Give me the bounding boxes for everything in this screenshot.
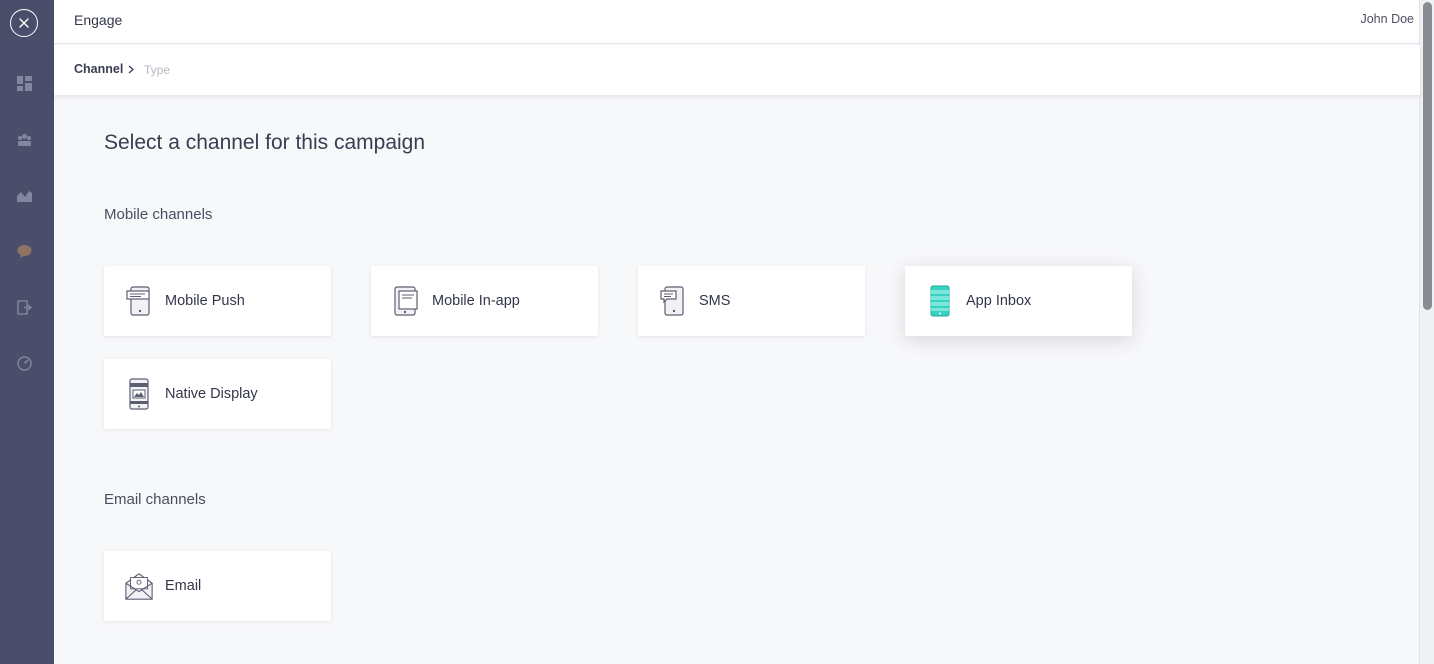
main-content: Select a channel for this campaign Mobil…: [54, 95, 1420, 664]
close-icon: [19, 18, 29, 28]
scrollbar[interactable]: [1419, 0, 1434, 664]
app-title: Engage: [74, 12, 123, 28]
card-label: Mobile Push: [165, 293, 245, 309]
email-icon: [124, 569, 154, 603]
chevron-right-icon: [128, 65, 135, 74]
top-header: Engage John Doe: [54, 0, 1420, 44]
breadcrumb: Channel Type: [54, 45, 1420, 95]
channel-card-sms[interactable]: SMS: [638, 266, 865, 336]
left-nav-rail: [0, 0, 54, 664]
breadcrumb-step-channel[interactable]: Channel: [74, 62, 135, 76]
channel-card-native-display[interactable]: Native Display: [104, 359, 331, 429]
breadcrumb-step-type: Type: [144, 63, 171, 77]
sms-icon: [658, 284, 688, 318]
app-inbox-icon: [925, 284, 955, 318]
channel-card-email[interactable]: Email: [104, 551, 331, 621]
breadcrumb-step-label: Channel: [74, 62, 124, 76]
page-title: Select a channel for this campaign: [104, 131, 426, 154]
card-label: Mobile In-app: [432, 293, 520, 309]
channel-card-mobile-in-app[interactable]: Mobile In-app: [371, 266, 598, 336]
dashboard-icon[interactable]: [16, 75, 32, 91]
scrollbar-thumb[interactable]: [1423, 2, 1432, 310]
mobile-in-app-icon: [391, 284, 421, 318]
segments-icon[interactable]: [16, 131, 32, 147]
export-icon[interactable]: [16, 299, 32, 315]
chat-icon[interactable]: [16, 243, 32, 259]
mobile-channels-heading: Mobile channels: [104, 206, 213, 223]
card-label: Native Display: [165, 386, 258, 402]
channel-card-mobile-push[interactable]: Mobile Push: [104, 266, 331, 336]
card-label: App Inbox: [966, 293, 1032, 309]
analytics-icon[interactable]: [16, 187, 32, 203]
email-channels-heading: Email channels: [104, 491, 206, 508]
card-label: SMS: [699, 293, 731, 309]
gauge-icon[interactable]: [16, 355, 32, 371]
close-button[interactable]: [10, 9, 38, 37]
card-label: Email: [165, 578, 202, 594]
mobile-push-icon: [124, 284, 154, 318]
channel-card-app-inbox[interactable]: App Inbox: [905, 266, 1132, 336]
user-menu[interactable]: John Doe: [1360, 12, 1414, 26]
native-display-icon: [124, 377, 154, 411]
